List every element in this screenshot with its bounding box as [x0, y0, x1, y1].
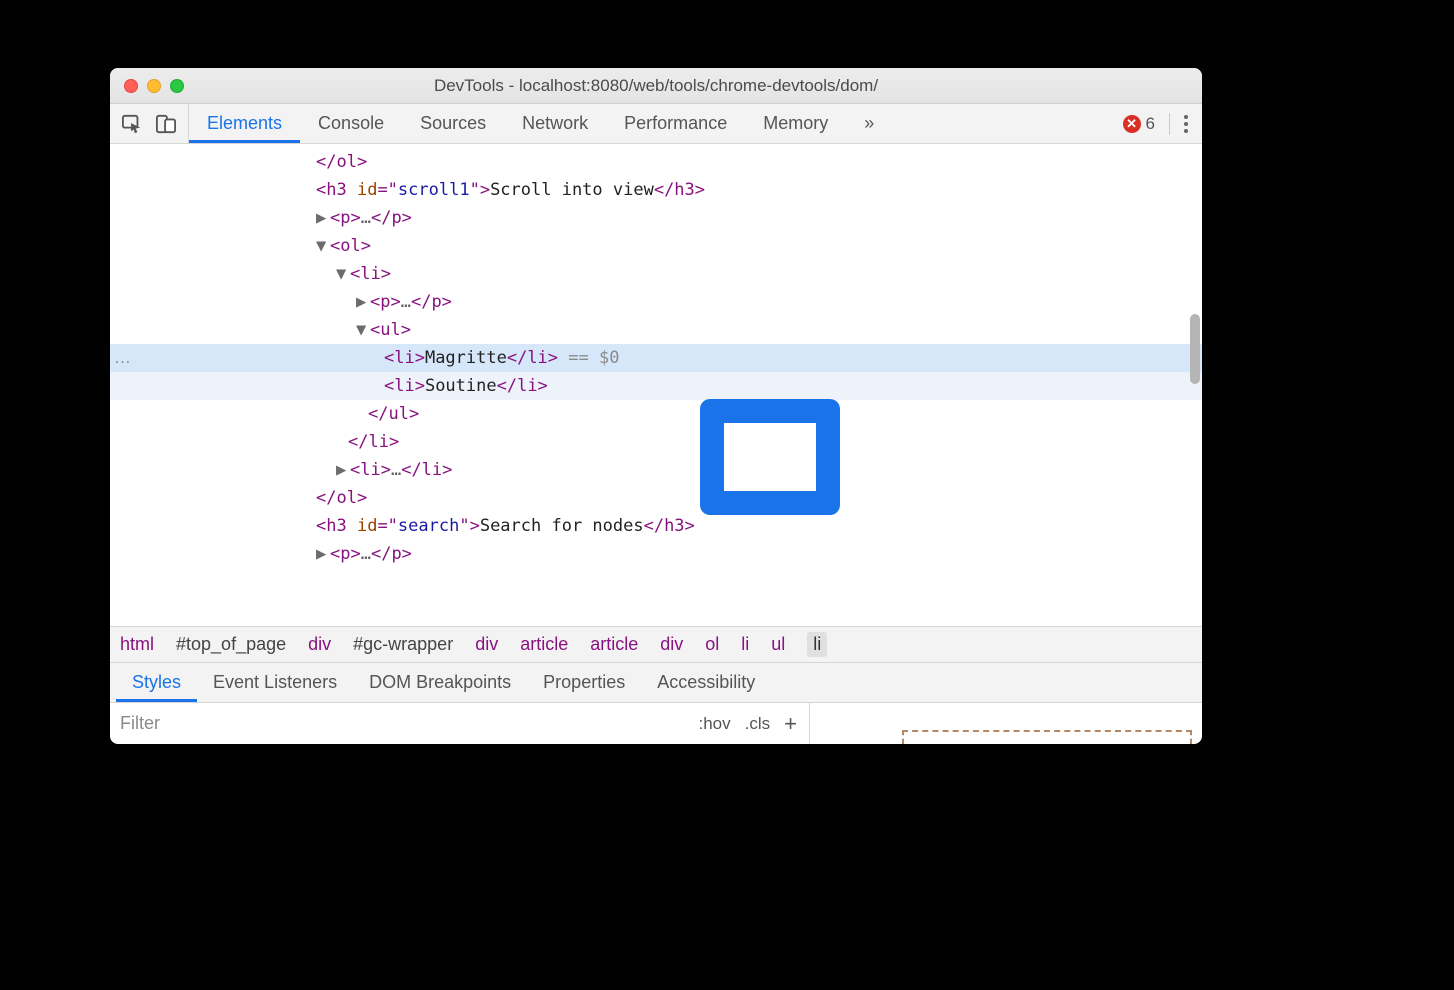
- breadcrumb-item[interactable]: ol: [705, 634, 719, 655]
- traffic-lights: [124, 79, 184, 93]
- dom-node-row[interactable]: …<li>Magritte</li> == $0: [110, 344, 1202, 372]
- styles-filter-input[interactable]: [110, 713, 687, 734]
- subtab-properties[interactable]: Properties: [527, 663, 641, 702]
- filter-tools: :hov .cls +: [687, 711, 810, 737]
- breadcrumb-item[interactable]: article: [520, 634, 568, 655]
- breadcrumb-item[interactable]: #top_of_page: [176, 634, 286, 655]
- minimize-window-button[interactable]: [147, 79, 161, 93]
- breadcrumb-item[interactable]: div: [475, 634, 498, 655]
- dom-node-row[interactable]: ▶ <p>…</p>: [110, 204, 1202, 232]
- subtab-label: DOM Breakpoints: [369, 672, 511, 693]
- dom-node-row[interactable]: </ul>: [110, 400, 1202, 428]
- dom-node-row[interactable]: ▼ <li>: [110, 260, 1202, 288]
- breadcrumb-item[interactable]: div: [308, 634, 331, 655]
- dom-node-row[interactable]: <h3 id="scroll1">Scroll into view</h3>: [110, 176, 1202, 204]
- styles-subtabs: Styles Event Listeners DOM Breakpoints P…: [110, 662, 1202, 702]
- toolbar-right: ✕ 6: [1123, 113, 1202, 135]
- metrics-pane: [810, 703, 1202, 744]
- breadcrumb-item[interactable]: html: [120, 634, 154, 655]
- error-count-badge[interactable]: ✕ 6: [1123, 114, 1155, 134]
- error-icon: ✕: [1123, 115, 1141, 133]
- tab-label: Console: [318, 113, 384, 134]
- dom-node-row[interactable]: ▶ <p>…</p>: [110, 288, 1202, 316]
- dom-node-row[interactable]: </ol>: [110, 148, 1202, 176]
- subtab-label: Styles: [132, 672, 181, 693]
- dom-node-row[interactable]: ▼ <ul>: [110, 316, 1202, 344]
- subtab-dom-breakpoints[interactable]: DOM Breakpoints: [353, 663, 527, 702]
- subtab-label: Properties: [543, 672, 625, 693]
- breadcrumb-item[interactable]: div: [660, 634, 683, 655]
- breadcrumb-item[interactable]: article: [590, 634, 638, 655]
- scrollbar-track[interactable]: [1188, 144, 1200, 626]
- tab-label: Memory: [763, 113, 828, 134]
- subtab-event-listeners[interactable]: Event Listeners: [197, 663, 353, 702]
- tab-label: Elements: [207, 113, 282, 134]
- subtab-styles[interactable]: Styles: [116, 663, 197, 702]
- subtab-label: Accessibility: [657, 672, 755, 693]
- dom-tree-panel: ▶ <li>…</li></ol><h3 id="scroll1">Scroll…: [110, 144, 1202, 626]
- dom-node-row[interactable]: ▶ <p>…</p>: [110, 540, 1202, 568]
- tab-performance[interactable]: Performance: [606, 104, 745, 143]
- close-window-button[interactable]: [124, 79, 138, 93]
- filter-left: :hov .cls +: [110, 703, 810, 744]
- dom-node-row[interactable]: </li>: [110, 428, 1202, 456]
- tab-console[interactable]: Console: [300, 104, 402, 143]
- breadcrumb-item[interactable]: ul: [771, 634, 785, 655]
- breadcrumb-item[interactable]: #gc-wrapper: [353, 634, 453, 655]
- overflow-icon: »: [864, 113, 874, 134]
- styles-filter-row: :hov .cls +: [110, 702, 1202, 744]
- inspect-element-icon[interactable]: [122, 114, 142, 134]
- tab-network[interactable]: Network: [504, 104, 606, 143]
- tab-label: Network: [522, 113, 588, 134]
- main-toolbar: Elements Console Sources Network Perform…: [110, 104, 1202, 144]
- new-style-rule-button[interactable]: +: [784, 711, 797, 737]
- class-toggle[interactable]: .cls: [745, 714, 771, 734]
- dom-node-row[interactable]: <li>Soutine</li>: [110, 372, 1202, 400]
- zoom-window-button[interactable]: [170, 79, 184, 93]
- cursor-overlay-icon: [700, 399, 840, 515]
- breadcrumb-item[interactable]: li: [807, 632, 827, 657]
- error-count: 6: [1146, 114, 1155, 134]
- breadcrumb-item[interactable]: li: [741, 634, 749, 655]
- device-toolbar-icon[interactable]: [156, 114, 176, 134]
- dom-breadcrumb: html #top_of_page div #gc-wrapper div article…: [110, 626, 1202, 662]
- tab-label: Sources: [420, 113, 486, 134]
- dom-node-row[interactable]: </ol>: [110, 484, 1202, 512]
- titlebar: DevTools - localhost:8080/web/tools/chro…: [110, 68, 1202, 104]
- dom-node-row[interactable]: ▶ <li>…</li>: [110, 456, 1202, 484]
- box-model-margin: [902, 730, 1192, 744]
- dom-tree[interactable]: ▶ <li>…</li></ol><h3 id="scroll1">Scroll…: [110, 144, 1202, 568]
- tab-label: Performance: [624, 113, 727, 134]
- tab-elements[interactable]: Elements: [189, 104, 300, 143]
- window-title: DevTools - localhost:8080/web/tools/chro…: [110, 76, 1202, 96]
- tab-memory[interactable]: Memory: [745, 104, 846, 143]
- subtab-label: Event Listeners: [213, 672, 337, 693]
- subtab-accessibility[interactable]: Accessibility: [641, 663, 771, 702]
- dom-node-row[interactable]: ▼ <ol>: [110, 232, 1202, 260]
- toolbar-left-tools: [110, 104, 189, 143]
- tab-sources[interactable]: Sources: [402, 104, 504, 143]
- panel-tabs: Elements Console Sources Network Perform…: [189, 104, 892, 143]
- scrollbar-thumb[interactable]: [1190, 314, 1200, 384]
- dom-node-row[interactable]: <h3 id="search">Search for nodes</h3>: [110, 512, 1202, 540]
- tabs-overflow[interactable]: »: [846, 104, 892, 143]
- separator: [1169, 113, 1170, 135]
- settings-menu-icon[interactable]: [1184, 115, 1188, 133]
- devtools-window: DevTools - localhost:8080/web/tools/chro…: [110, 68, 1202, 744]
- hover-toggle[interactable]: :hov: [699, 714, 731, 734]
